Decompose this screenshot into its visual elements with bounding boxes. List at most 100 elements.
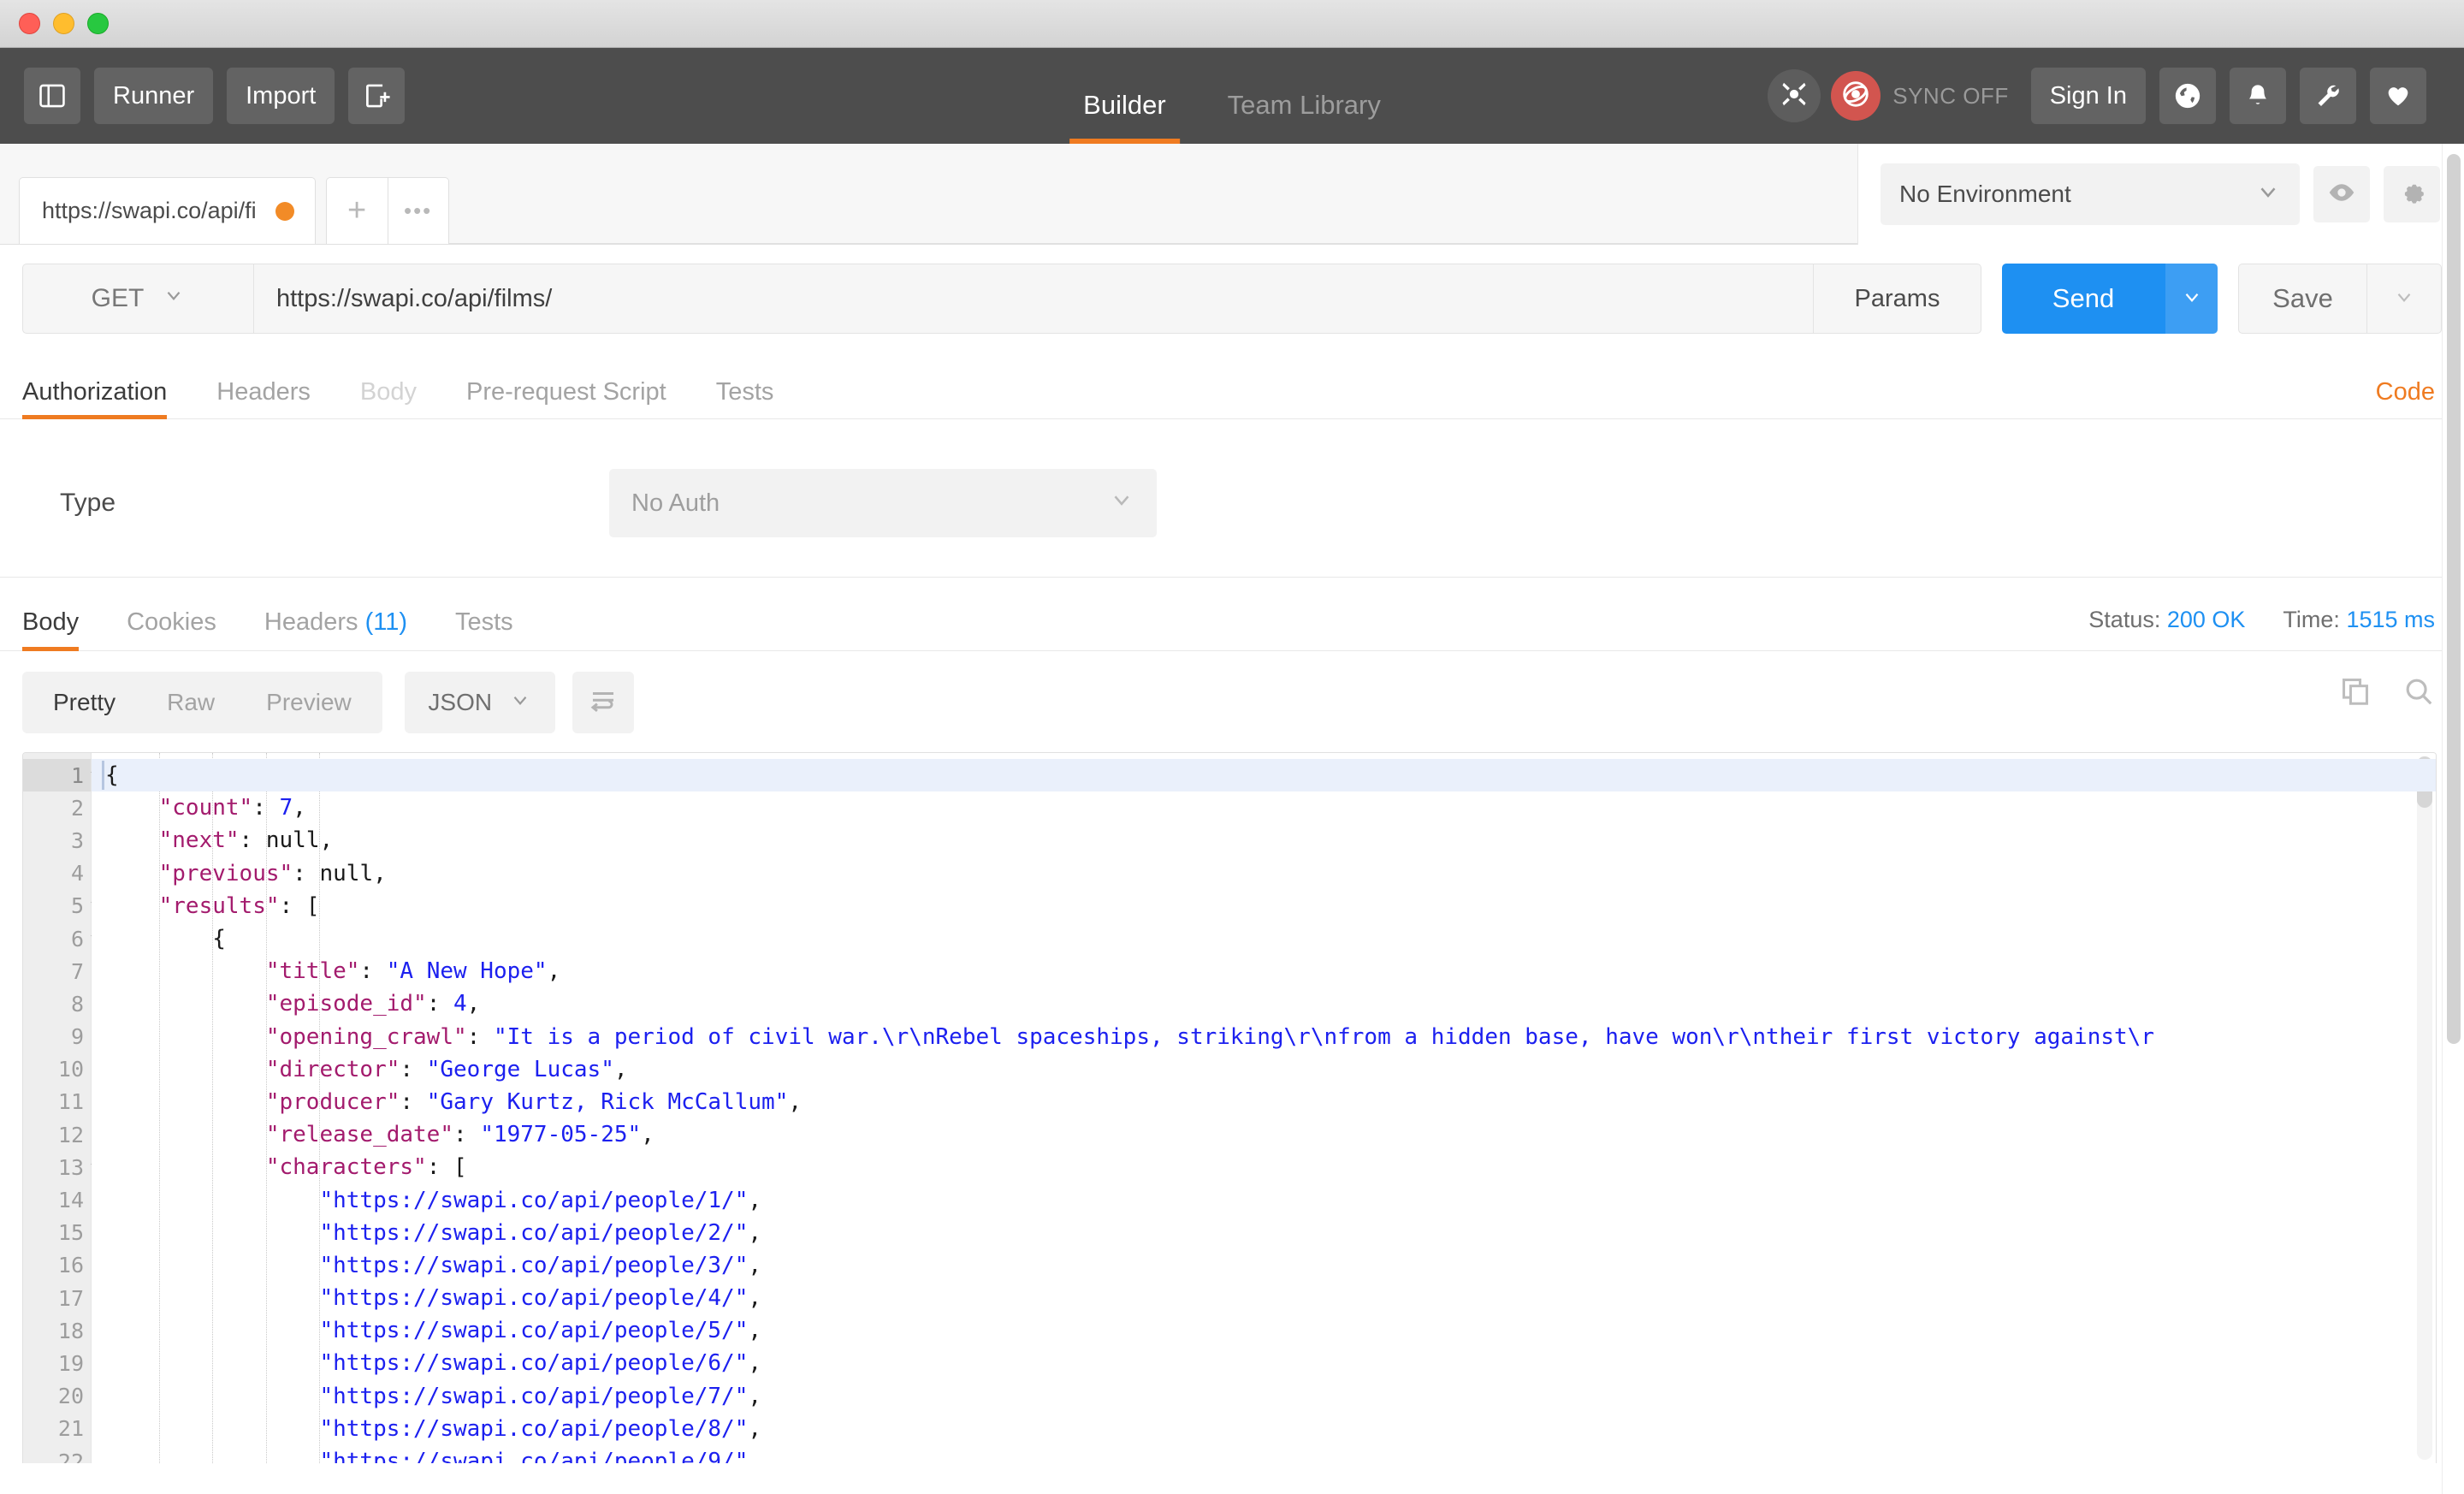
tab-pre-request-script[interactable]: Pre-request Script (466, 380, 666, 418)
code-line: "producer": "Gary Kurtz, Rick McCallum", (92, 1086, 2436, 1118)
window-titlebar (0, 0, 2464, 48)
code-token: , (641, 1122, 654, 1148)
code-token: "https://swapi.co/api/people/4/" (319, 1285, 749, 1312)
response-tab-tests[interactable]: Tests (455, 610, 513, 650)
nav-tab-team-library[interactable]: Team Library (1214, 92, 1395, 144)
code-token: "https://swapi.co/api/people/9/" (319, 1449, 749, 1463)
response-tab-headers-label: Headers (264, 608, 358, 636)
request-tab[interactable]: https://swapi.co/api/fi (19, 177, 316, 244)
code-token: "1977-05-25" (480, 1122, 642, 1148)
runner-button[interactable]: Runner (94, 68, 214, 124)
response-viewer-toolbar: Pretty Raw Preview JSON (0, 651, 2464, 752)
sync-status-button[interactable] (1831, 71, 1881, 121)
view-mode-pretty[interactable]: Pretty (27, 678, 142, 727)
tab-authorization[interactable]: Authorization (22, 380, 168, 419)
response-body-viewer[interactable]: 1 2 3 4 5 6 7 8 9 10 11 12 13 14 15 16 17 18 19 20 21 22 { "c… (22, 752, 2437, 1463)
gutter-line-number: 5 (23, 890, 104, 922)
code-token: : (426, 991, 453, 1017)
code-line: { (92, 759, 2436, 792)
environment-value: No Environment (1899, 181, 2071, 207)
code-token: , (293, 795, 306, 821)
response-tab-body[interactable]: Body (22, 610, 80, 651)
viewer-actions (2339, 675, 2435, 712)
chevron-down-icon (2393, 286, 2415, 312)
minimize-window-button[interactable] (53, 13, 74, 34)
new-tab-button[interactable]: + (325, 177, 388, 244)
code-token: "George Lucas" (426, 1056, 614, 1082)
url-input[interactable]: https://swapi.co/api/films/ (253, 264, 1814, 334)
save-button[interactable]: Save (2238, 264, 2366, 334)
view-mode-raw-label: Raw (167, 689, 216, 715)
time-label: Time: (2283, 607, 2340, 632)
code-token: "https://swapi.co/api/people/7/" (319, 1383, 749, 1409)
sign-in-button[interactable]: Sign In (2030, 68, 2146, 124)
page-scrollbar[interactable] (2442, 144, 2464, 1494)
params-button[interactable]: Params (1814, 264, 1981, 334)
environment-settings-button[interactable] (2384, 166, 2440, 222)
tab-body[interactable]: Body (360, 380, 417, 418)
code-token: { (212, 926, 226, 952)
code-token: "https://swapi.co/api/people/5/" (319, 1318, 749, 1344)
sidebar-toggle-button[interactable] (24, 68, 80, 124)
sign-in-label: Sign In (2049, 81, 2127, 110)
code-link[interactable]: Code (2376, 378, 2435, 406)
response-headers-count: (11) (364, 608, 407, 636)
view-mode-raw[interactable]: Raw (141, 678, 240, 727)
gutter-line-number: 6 (23, 922, 104, 955)
nav-tab-builder[interactable]: Builder (1069, 92, 1180, 144)
save-label: Save (2272, 283, 2333, 313)
interceptor-button[interactable] (1768, 69, 1821, 122)
url-value: https://swapi.co/api/films/ (276, 284, 553, 312)
request-tab-title: https://swapi.co/api/fi (42, 198, 257, 223)
settings-wrench-button[interactable] (2300, 68, 2356, 124)
tab-options-button[interactable]: ••• (387, 177, 449, 244)
search-icon (2402, 679, 2435, 711)
tab-headers[interactable]: Headers (216, 380, 311, 418)
favorites-button[interactable] (2370, 68, 2426, 124)
word-wrap-button[interactable] (572, 672, 634, 733)
send-button[interactable]: Send (2002, 264, 2165, 334)
code-token: "previous" (158, 860, 293, 886)
send-options-button[interactable] (2165, 264, 2218, 334)
response-format-select[interactable]: JSON (404, 672, 555, 733)
zoom-window-button[interactable] (87, 13, 109, 34)
code-content[interactable]: { "count": 7, "next": null, "previous": … (92, 753, 2436, 1463)
auth-type-select[interactable]: No Auth (609, 469, 1157, 537)
notifications-button[interactable] (2230, 68, 2286, 124)
code-line: "https://swapi.co/api/people/3/", (92, 1249, 2436, 1282)
response-tab-cookies[interactable]: Cookies (127, 610, 216, 650)
response-tab-headers[interactable]: Headers (11) (264, 610, 407, 650)
code-token: , (748, 1449, 762, 1463)
environment-select[interactable]: No Environment (1881, 163, 2300, 225)
gutter-line-number: 7 (70, 958, 84, 984)
code-line: "release_date": "1977-05-25", (92, 1118, 2436, 1151)
gutter-line-number: 18 (57, 1318, 84, 1343)
code-token: , (748, 1252, 762, 1278)
status-value: 200 OK (2166, 607, 2246, 632)
ellipsis-icon: ••• (403, 198, 433, 223)
code-token: "release_date" (265, 1122, 453, 1148)
close-window-button[interactable] (19, 13, 40, 34)
gutter-line-number: 10 (57, 1057, 84, 1082)
copy-button[interactable] (2339, 675, 2372, 712)
auth-type-value: No Auth (631, 489, 720, 517)
code-token: , (373, 860, 387, 886)
globe-button[interactable] (2159, 68, 2216, 124)
tab-tests[interactable]: Tests (716, 380, 774, 418)
search-button[interactable] (2402, 675, 2435, 712)
code-token: , (748, 1415, 762, 1442)
view-mode-segmented: Pretty Raw Preview (22, 672, 382, 733)
code-token: "A New Hope" (386, 958, 548, 985)
code-token: , (748, 1350, 762, 1377)
new-request-button[interactable] (348, 68, 406, 124)
import-button[interactable]: Import (227, 68, 335, 124)
plus-icon: + (347, 193, 367, 228)
http-method-select[interactable]: GET (22, 264, 253, 334)
page-scrollbar-thumb[interactable] (2447, 154, 2461, 1044)
params-label: Params (1854, 284, 1940, 312)
view-mode-preview[interactable]: Preview (240, 678, 377, 727)
environment-quick-look-button[interactable] (2313, 166, 2370, 222)
gutter-line-number: 22 (57, 1449, 84, 1463)
tab-body-label: Body (359, 378, 418, 406)
save-options-button[interactable] (2366, 264, 2442, 334)
